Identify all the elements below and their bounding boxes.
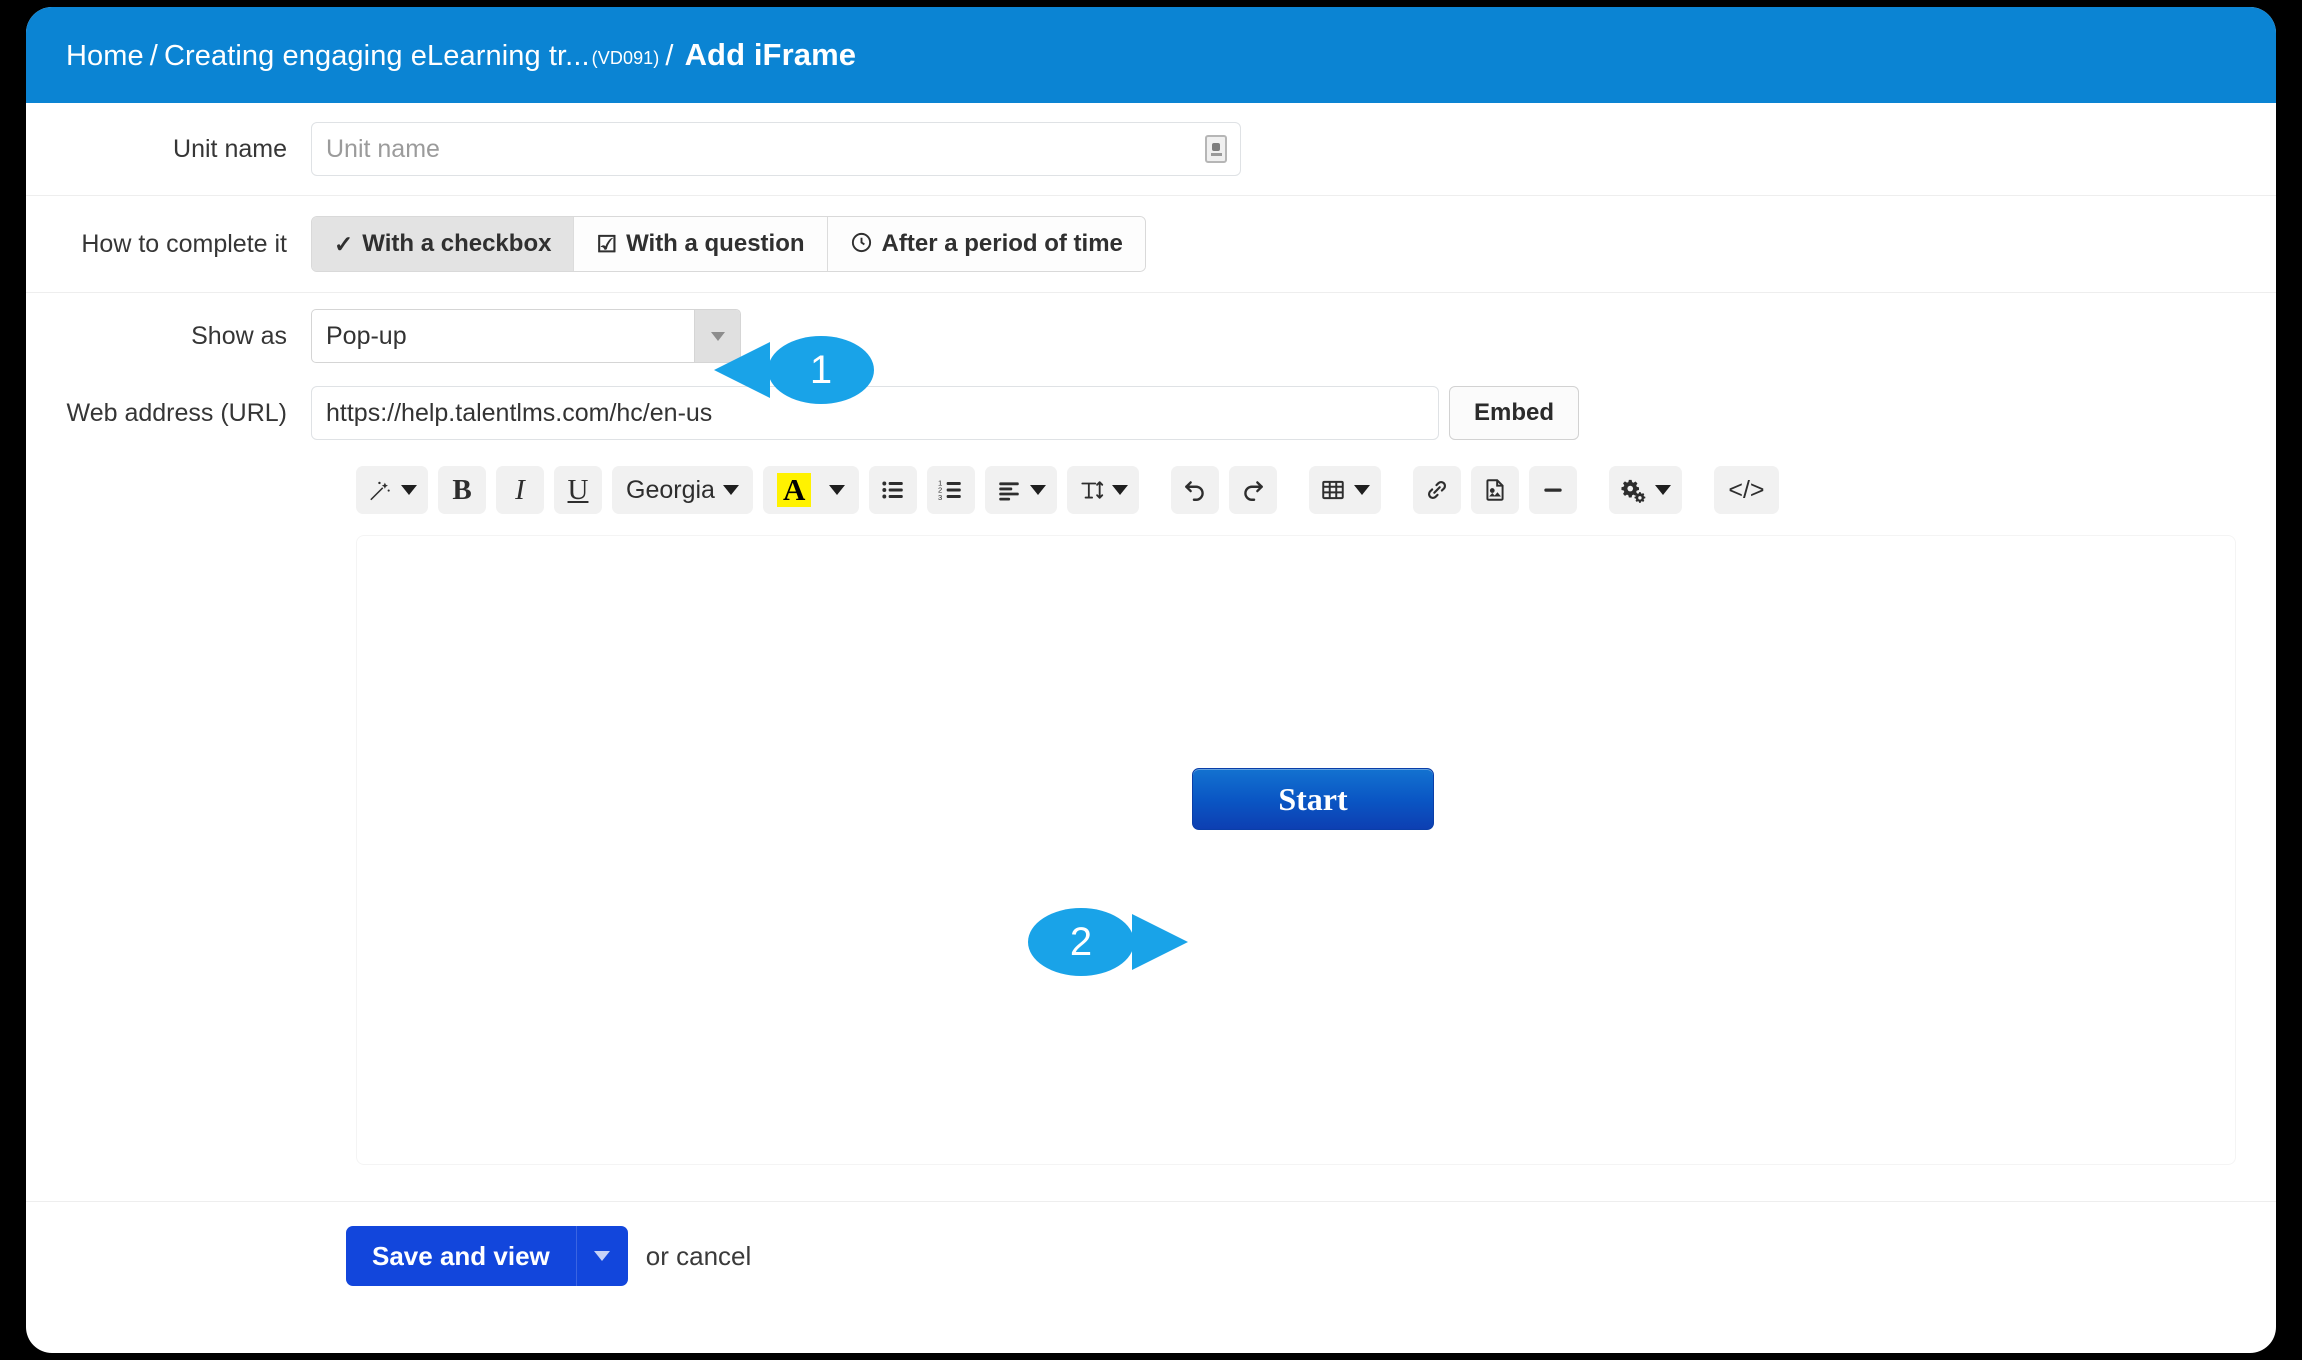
how-to-complete-row: How to complete it ✓ With a checkbox ☑ W… xyxy=(26,196,2276,292)
how-to-complete-segmented-control: ✓ With a checkbox ☑ With a question Afte… xyxy=(311,216,1146,272)
dialog-footer: Save and view or cancel xyxy=(26,1202,2276,1310)
align-button[interactable] xyxy=(985,466,1058,514)
code-view-icon: </> xyxy=(1728,475,1765,504)
web-address-row: Web address (URL) Embed xyxy=(26,373,2276,453)
text-color-icon: A xyxy=(776,473,812,507)
font-family-select[interactable]: Georgia xyxy=(612,466,753,514)
show-as-select[interactable]: Pop-up xyxy=(311,309,741,363)
badge-icon xyxy=(1205,135,1227,163)
svg-text:3: 3 xyxy=(938,493,942,502)
clock-icon xyxy=(850,231,873,258)
checkbox-square-icon: ☑ xyxy=(596,230,618,257)
breadcrumb: Home / Creating engaging eLearning tr... (V… xyxy=(66,37,856,73)
save-and-view-group: Save and view xyxy=(346,1226,628,1286)
breadcrumb-separator-2: / xyxy=(665,40,674,72)
undo-button[interactable] xyxy=(1171,466,1220,514)
save-and-view-button[interactable]: Save and view xyxy=(346,1226,576,1286)
redo-button[interactable] xyxy=(1229,466,1278,514)
callout-1-number: 1 xyxy=(809,347,833,392)
check-icon: ✓ xyxy=(334,230,354,257)
breadcrumb-course[interactable]: Creating engaging eLearning tr... xyxy=(164,40,590,72)
option-after-a-period-of-time[interactable]: After a period of time xyxy=(827,217,1145,271)
show-as-selected-value: Pop-up xyxy=(326,321,407,350)
callout-2-number: 2 xyxy=(1069,919,1093,964)
option-with-a-checkbox-label: With a checkbox xyxy=(362,230,552,257)
option-with-a-question[interactable]: ☑ With a question xyxy=(574,217,828,271)
image-button[interactable] xyxy=(1471,466,1520,514)
editor-toolbar: B I U Georgia A 1 2 3 </> xyxy=(26,453,2276,527)
chevron-down-icon xyxy=(829,485,846,495)
unit-name-input[interactable] xyxy=(311,122,1241,176)
italic-button[interactable]: I xyxy=(496,466,544,514)
option-after-a-period-of-time-label: After a period of time xyxy=(881,230,1123,257)
callout-1: 1 xyxy=(768,336,874,404)
chevron-down-icon xyxy=(401,485,417,495)
option-with-a-checkbox[interactable]: ✓ With a checkbox xyxy=(312,217,575,271)
add-iframe-dialog: Home / Creating engaging eLearning tr... (V… xyxy=(26,7,2276,1353)
cancel-link[interactable]: or cancel xyxy=(646,1241,752,1272)
chevron-down-icon xyxy=(1655,485,1672,495)
breadcrumb-separator-1: / xyxy=(149,40,158,72)
save-options-chevron-down-icon[interactable] xyxy=(575,1226,628,1286)
unit-name-field-wrapper xyxy=(311,122,1241,176)
dialog-header: Home / Creating engaging eLearning tr... (V… xyxy=(26,7,2276,103)
chevron-down-icon xyxy=(1112,485,1129,495)
breadcrumb-home[interactable]: Home xyxy=(66,40,144,72)
bold-button[interactable]: B xyxy=(438,466,486,514)
font-family-label: Georgia xyxy=(626,475,715,504)
web-address-input[interactable] xyxy=(311,386,1439,440)
breadcrumb-course-code: (VD091) xyxy=(591,48,660,68)
underline-button[interactable]: U xyxy=(554,466,602,514)
callout-2: 2 xyxy=(1028,908,1134,976)
horizontal-rule-button[interactable] xyxy=(1529,466,1578,514)
option-with-a-question-label: With a question xyxy=(626,230,805,257)
unit-name-label: Unit name xyxy=(173,134,287,163)
start-button[interactable]: Start xyxy=(1192,768,1434,830)
bullet-list-button[interactable] xyxy=(869,466,918,514)
code-view-button[interactable]: </> xyxy=(1714,466,1779,514)
how-to-complete-label: How to complete it xyxy=(81,229,287,258)
link-button[interactable] xyxy=(1413,466,1462,514)
text-color-button[interactable]: A xyxy=(762,466,860,514)
chevron-down-icon xyxy=(722,485,739,495)
settings-gears-button[interactable] xyxy=(1609,466,1683,514)
chevron-down-icon xyxy=(1030,485,1047,495)
unit-name-row: Unit name xyxy=(26,103,2276,195)
callout-2-bubble: 2 xyxy=(1028,908,1134,976)
numbered-list-button[interactable]: 1 2 3 xyxy=(927,466,976,514)
show-as-row: Show as Pop-up xyxy=(26,293,2276,373)
line-height-button[interactable] xyxy=(1067,466,1140,514)
magic-wand-icon[interactable] xyxy=(356,466,428,514)
callout-1-bubble: 1 xyxy=(768,336,874,404)
table-button[interactable] xyxy=(1309,466,1382,514)
embed-button[interactable]: Embed xyxy=(1449,386,1580,440)
chevron-down-icon xyxy=(1354,485,1371,495)
editor-content-area[interactable]: Start xyxy=(356,535,2236,1165)
web-address-label: Web address (URL) xyxy=(66,398,287,427)
breadcrumb-current-page: Add iFrame xyxy=(684,37,857,72)
show-as-label: Show as xyxy=(191,321,287,350)
